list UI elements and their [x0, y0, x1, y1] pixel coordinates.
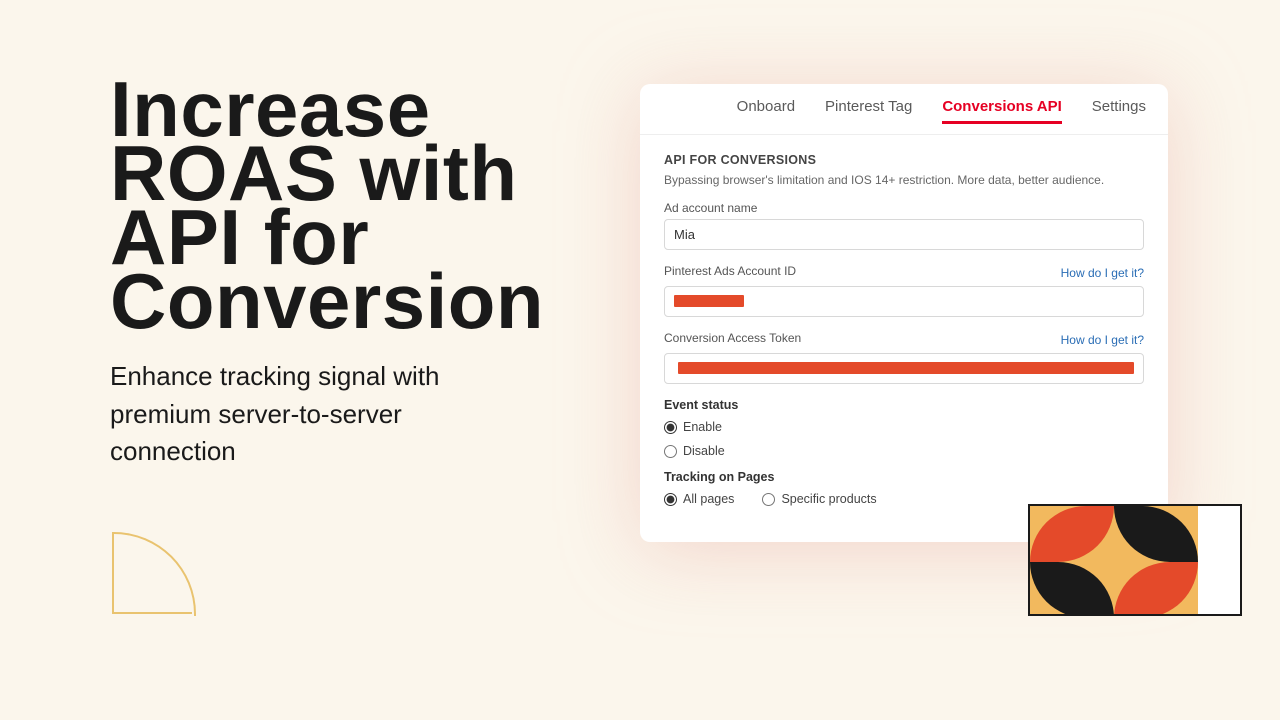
event-status-disable-radio[interactable] — [664, 445, 677, 458]
tracking-specific-products-radio[interactable] — [762, 493, 775, 506]
event-status-enable-radio[interactable] — [664, 421, 677, 434]
panel-conversions-api: API FOR CONVERSIONS Bypassing browser's … — [640, 135, 1168, 542]
decorative-petal — [1114, 562, 1198, 614]
tracking-title: Tracking on Pages — [664, 470, 1144, 484]
tab-settings[interactable]: Settings — [1092, 98, 1146, 124]
ads-account-id-label: Pinterest Ads Account ID — [664, 264, 796, 278]
access-token-label: Conversion Access Token — [664, 331, 801, 345]
section-title: API FOR CONVERSIONS — [664, 153, 1144, 167]
decorative-petal — [1030, 562, 1114, 614]
decorative-petal — [1114, 506, 1198, 562]
tab-bar: Onboard Pinterest Tag Conversions API Se… — [640, 84, 1168, 135]
tracking-specific-products-label: Specific products — [781, 492, 876, 506]
tracking-all-pages-radio[interactable] — [664, 493, 677, 506]
event-status-disable-label: Disable — [683, 444, 725, 458]
redacted-value — [678, 362, 1134, 374]
decorative-petal — [1030, 506, 1114, 562]
event-status-group: Enable Disable — [664, 420, 1144, 458]
event-status-enable-label: Enable — [683, 420, 722, 434]
event-status-disable[interactable]: Disable — [664, 444, 1144, 458]
decorative-tile — [1028, 504, 1242, 616]
tab-onboard[interactable]: Onboard — [737, 98, 795, 124]
ad-account-name-input[interactable] — [664, 219, 1144, 250]
decorative-quarter-arc — [112, 534, 192, 614]
section-desc: Bypassing browser's limitation and IOS 1… — [664, 173, 1144, 187]
ad-account-name-label: Ad account name — [664, 201, 1144, 215]
event-status-title: Event status — [664, 398, 1144, 412]
tracking-all-pages-label: All pages — [683, 492, 734, 506]
ads-account-id-help-link[interactable]: How do I get it? — [1061, 266, 1144, 280]
decorative-blank — [1198, 506, 1240, 614]
tracking-all-pages[interactable]: All pages — [664, 492, 734, 506]
page-headline: Increase ROAS with API for Conversion — [110, 78, 610, 334]
access-token-help-link[interactable]: How do I get it? — [1061, 333, 1144, 347]
tab-pinterest-tag[interactable]: Pinterest Tag — [825, 98, 912, 124]
settings-card: Onboard Pinterest Tag Conversions API Se… — [640, 84, 1168, 542]
page-subhead: Enhance tracking signal with premium ser… — [110, 358, 450, 471]
tab-conversions-api[interactable]: Conversions API — [942, 98, 1061, 124]
tracking-specific-products[interactable]: Specific products — [762, 492, 876, 506]
redacted-value — [674, 295, 744, 307]
event-status-enable[interactable]: Enable — [664, 420, 1144, 434]
